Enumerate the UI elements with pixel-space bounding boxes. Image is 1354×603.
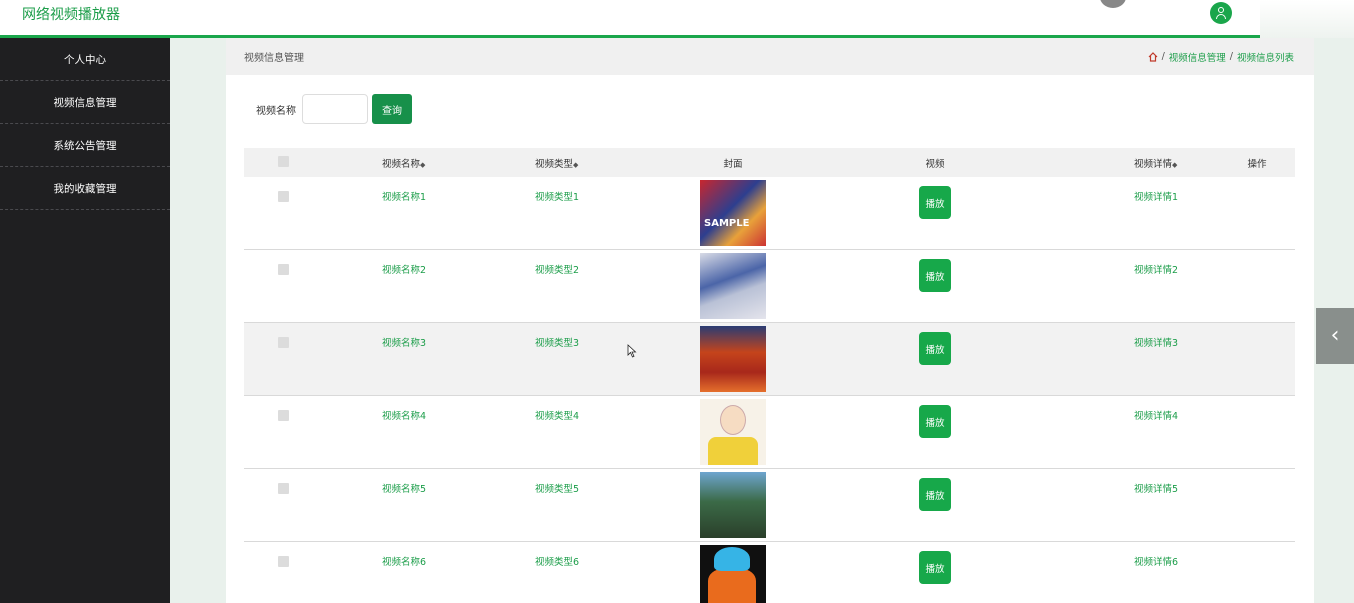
action-cell: [1219, 250, 1295, 323]
video-detail-cell[interactable]: 视频详情6: [1039, 542, 1219, 603]
play-button[interactable]: 播放: [919, 332, 951, 365]
action-cell: [1219, 542, 1295, 603]
table-row[interactable]: 视频名称6 视频类型6 播放 视频详情6: [244, 542, 1295, 603]
video-type-cell[interactable]: 视频类型6: [485, 542, 635, 603]
page-title: 视频信息管理: [244, 53, 304, 64]
cover-image[interactable]: [700, 399, 766, 465]
mouse-cursor-icon: [627, 344, 637, 358]
row-checkbox[interactable]: [277, 337, 289, 348]
breadcrumb-bar: 视频信息管理 / 视频信息管理 / 视频信息列表: [226, 38, 1314, 75]
video-name-cell[interactable]: 视频名称6: [322, 542, 485, 603]
cover-image[interactable]: [700, 545, 766, 603]
play-button[interactable]: 播放: [919, 478, 951, 511]
table-row[interactable]: 视频名称1 视频类型1 SAMPLE 播放 视频详情1: [244, 177, 1295, 250]
video-detail-cell[interactable]: 视频详情5: [1039, 469, 1219, 542]
video-type-cell[interactable]: 视频类型1: [485, 177, 635, 250]
column-header-video: 视频: [925, 158, 945, 170]
search-form: 视频名称 查询: [256, 94, 412, 124]
select-all-checkbox[interactable]: [277, 155, 289, 167]
column-header-detail[interactable]: 视频详情◆: [1039, 148, 1219, 177]
top-grey-shape: [1100, 0, 1126, 8]
sidebar-item-video-info[interactable]: 视频信息管理: [0, 81, 170, 124]
select-all-cell: [244, 148, 322, 177]
sort-icon: ◆: [1172, 160, 1178, 169]
column-header-action: 操作: [1247, 158, 1267, 170]
video-detail-cell[interactable]: 视频详情4: [1039, 396, 1219, 469]
row-checkbox[interactable]: [277, 191, 289, 202]
action-cell: [1219, 177, 1295, 250]
sidebar-item-favorites[interactable]: 我的收藏管理: [0, 167, 170, 210]
cover-image[interactable]: SAMPLE: [700, 180, 766, 246]
video-name-cell[interactable]: 视频名称2: [322, 250, 485, 323]
sidebar-item-announcements[interactable]: 系统公告管理: [0, 124, 170, 167]
breadcrumb-video-list[interactable]: 视频信息列表: [1237, 50, 1294, 64]
sort-icon: ◆: [573, 160, 579, 169]
user-avatar-icon[interactable]: [1210, 2, 1232, 24]
video-name-cell[interactable]: 视频名称3: [322, 323, 485, 396]
row-checkbox[interactable]: [277, 264, 289, 275]
app-title: 网络视频播放器: [22, 7, 120, 23]
video-type-cell[interactable]: 视频类型2: [485, 250, 635, 323]
breadcrumb: / 视频信息管理 / 视频信息列表: [1148, 50, 1294, 64]
sort-icon: ◆: [420, 160, 426, 169]
breadcrumb-video-management[interactable]: 视频信息管理: [1169, 50, 1226, 64]
chevron-left-icon: ‹: [1330, 323, 1340, 348]
search-button[interactable]: 查询: [372, 94, 412, 124]
table-row[interactable]: 视频名称2 视频类型2 播放 视频详情2: [244, 250, 1295, 323]
cover-image[interactable]: [700, 253, 766, 319]
row-checkbox[interactable]: [277, 483, 289, 494]
row-checkbox[interactable]: [277, 556, 289, 567]
video-name-cell[interactable]: 视频名称5: [322, 469, 485, 542]
top-header: 网络视频播放器: [0, 0, 1260, 38]
table-row[interactable]: 视频名称3 视频类型3 播放 视频详情3: [244, 322, 1295, 396]
column-header-cover: 封面: [723, 158, 743, 170]
video-name-cell[interactable]: 视频名称4: [322, 396, 485, 469]
cover-image[interactable]: [700, 326, 766, 392]
breadcrumb-separator: /: [1161, 51, 1165, 62]
cover-watermark: SAMPLE: [704, 218, 750, 229]
action-cell: [1219, 396, 1295, 469]
sidebar: 个人中心 视频信息管理 系统公告管理 我的收藏管理: [0, 38, 170, 603]
search-input[interactable]: [302, 94, 368, 124]
action-cell: [1219, 323, 1295, 396]
header-extension: [1260, 0, 1354, 38]
side-collapse-tab[interactable]: ‹: [1316, 308, 1354, 364]
column-header-name[interactable]: 视频名称◆: [322, 148, 485, 177]
action-cell: [1219, 469, 1295, 542]
video-table: 视频名称◆ 视频类型◆ 封面 视频 视频详情◆ 操作 视频名称1 视频类型1 S…: [244, 148, 1295, 603]
video-detail-cell[interactable]: 视频详情3: [1039, 323, 1219, 396]
row-checkbox[interactable]: [277, 410, 289, 421]
video-type-cell[interactable]: 视频类型5: [485, 469, 635, 542]
cover-image[interactable]: [700, 472, 766, 538]
main-panel: 视频信息管理 / 视频信息管理 / 视频信息列表 视频名称 查询 视频名称◆ 视…: [226, 38, 1314, 603]
play-button[interactable]: 播放: [919, 551, 951, 584]
home-icon[interactable]: [1148, 51, 1158, 62]
table-row[interactable]: 视频名称5 视频类型5 播放 视频详情5: [244, 469, 1295, 542]
video-detail-cell[interactable]: 视频详情2: [1039, 250, 1219, 323]
video-type-cell[interactable]: 视频类型3: [485, 323, 635, 396]
breadcrumb-separator: /: [1229, 51, 1233, 62]
video-type-cell[interactable]: 视频类型4: [485, 396, 635, 469]
search-label: 视频名称: [256, 105, 296, 117]
video-detail-cell[interactable]: 视频详情1: [1039, 177, 1219, 250]
play-button[interactable]: 播放: [919, 259, 951, 292]
table-header-row: 视频名称◆ 视频类型◆ 封面 视频 视频详情◆ 操作: [244, 148, 1295, 177]
column-header-type[interactable]: 视频类型◆: [485, 148, 635, 177]
sidebar-item-profile[interactable]: 个人中心: [0, 38, 170, 81]
play-button[interactable]: 播放: [919, 405, 951, 438]
video-name-cell[interactable]: 视频名称1: [322, 177, 485, 250]
play-button[interactable]: 播放: [919, 186, 951, 219]
table-row[interactable]: 视频名称4 视频类型4 播放 视频详情4: [244, 396, 1295, 469]
